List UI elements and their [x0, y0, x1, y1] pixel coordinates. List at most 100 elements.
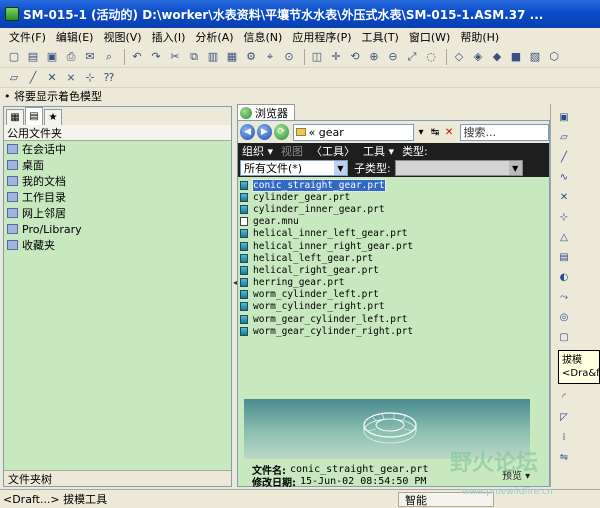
refresh-arrows-icon[interactable]: ↹ [429, 124, 442, 141]
tab-browser[interactable]: 浏览器 [237, 104, 295, 120]
menu-insert[interactable]: 插入(I) [147, 29, 191, 45]
preview-icon[interactable]: ⌕ [101, 49, 117, 65]
hidden-line-icon[interactable]: ◈ [470, 49, 486, 65]
hole-icon[interactable]: ◎ [557, 310, 571, 324]
extrude-icon[interactable]: ▤ [557, 250, 571, 264]
file-item[interactable]: worm_cylinder_left.prt [240, 289, 549, 301]
binoculars-icon[interactable]: ⊙ [281, 49, 297, 65]
back-icon[interactable]: ◀ [240, 124, 255, 140]
folder-tree-toggle[interactable]: 文件夹树 [4, 470, 231, 486]
menu-file[interactable]: 文件(F) [4, 29, 51, 45]
redo-icon[interactable]: ↷ [148, 49, 164, 65]
print-icon[interactable]: ⎙ [63, 49, 79, 65]
pattern-icon[interactable]: ⁞ [557, 430, 571, 444]
csys-icon[interactable]: ⊹ [557, 210, 571, 224]
email-icon[interactable]: ✉ [82, 49, 98, 65]
sketch-icon[interactable]: ∿ [557, 170, 571, 184]
refit-icon[interactable]: ⤢ [404, 49, 420, 65]
menu-tools[interactable]: 工具(T) [357, 29, 404, 45]
open-icon[interactable]: ▤ [25, 49, 41, 65]
no-hidden-icon[interactable]: ◆ [489, 49, 505, 65]
zoom-in-icon[interactable]: ⊕ [366, 49, 382, 65]
view-menu[interactable]: 视图 [281, 143, 303, 159]
menu-window[interactable]: 窗口(W) [404, 29, 455, 45]
folder-my-documents[interactable]: 我的文档 [4, 173, 231, 189]
datum-csys-icon[interactable]: ⨯ [63, 70, 79, 86]
file-item[interactable]: helical_inner_left_gear.prt [240, 228, 549, 240]
chevron-down-icon[interactable]: ▼ [508, 161, 522, 175]
datum-axis-icon[interactable]: ╱ [25, 70, 41, 86]
menu-help[interactable]: 帮助(H) [455, 29, 504, 45]
file-item[interactable]: herring_gear.prt [240, 277, 549, 289]
axis-line-icon[interactable]: ╱ [557, 150, 571, 164]
address-field[interactable]: « gear [292, 123, 414, 141]
file-item[interactable]: helical_right_gear.prt [240, 264, 549, 276]
menu-edit[interactable]: 编辑(E) [51, 29, 99, 45]
new-icon[interactable]: ▢ [6, 49, 22, 65]
sweep-icon[interactable]: ⤳ [557, 290, 571, 304]
refresh-icon[interactable]: ⟳ [273, 124, 289, 140]
revolve-icon[interactable]: ◐ [557, 270, 571, 284]
file-item[interactable]: worm_gear_cylinder_left.prt [240, 313, 549, 325]
folder-favorites[interactable]: 收藏夹 [4, 237, 231, 253]
regenerate-icon[interactable]: ⚙ [243, 49, 259, 65]
menu-applications[interactable]: 应用程序(P) [287, 29, 356, 45]
paste-icon[interactable]: ▥ [205, 49, 221, 65]
model-tree-tab-icon[interactable]: ▦ [6, 109, 24, 125]
datum-point-icon[interactable]: ✕ [44, 70, 60, 86]
select-box-icon[interactable]: ◫ [309, 49, 325, 65]
file-item[interactable]: worm_gear_cylinder_right.prt [240, 325, 549, 337]
zoom-out-icon[interactable]: ⊖ [385, 49, 401, 65]
folder-working-directory[interactable]: 工作目录 [4, 189, 231, 205]
mirror-icon[interactable]: ⇋ [557, 450, 571, 464]
datum-plane-icon[interactable]: ▱ [6, 70, 22, 86]
file-item[interactable]: cylinder_gear.prt [240, 191, 549, 203]
file-type-select[interactable]: 所有文件(*) ▼ [240, 160, 348, 176]
shell-icon[interactable]: ▢ [557, 330, 571, 344]
chamfer-icon[interactable]: ◸ [557, 410, 571, 424]
menu-info[interactable]: 信息(N) [239, 29, 288, 45]
menu-analysis[interactable]: 分析(A) [190, 29, 238, 45]
forward-icon[interactable]: ▶ [256, 124, 272, 140]
organize-menu[interactable]: 组织 ▾ [242, 143, 273, 159]
folder-browser-tab-icon[interactable]: ▤ [25, 107, 43, 125]
search-input[interactable]: 搜索... [459, 123, 550, 141]
folder-desktop[interactable]: 桌面 [4, 157, 231, 173]
folder-pro-library[interactable]: Pro/Library [4, 221, 231, 237]
tools-menu[interactable]: 工具 ▾ [363, 143, 394, 159]
analysis-icon[interactable]: △ [557, 230, 571, 244]
wireframe-icon[interactable]: ◇ [451, 49, 467, 65]
folder-network[interactable]: 网上邻居 [4, 205, 231, 221]
undo-icon[interactable]: ↶ [129, 49, 145, 65]
paste-special-icon[interactable]: ▦ [224, 49, 240, 65]
file-item[interactable]: gear.mnu [240, 216, 549, 228]
file-item[interactable]: cylinder_inner_gear.prt [240, 203, 549, 215]
favorites-tab-icon[interactable]: ★ [44, 109, 62, 125]
stop-icon[interactable]: ✕ [443, 124, 456, 141]
subtype-select[interactable]: ▼ [394, 160, 523, 176]
find-icon[interactable]: ⌖ [262, 49, 278, 65]
file-item[interactable]: helical_left_gear.prt [240, 252, 549, 264]
datum-display-icon[interactable]: ▣ [557, 110, 571, 124]
round-icon[interactable]: ◜ [557, 390, 571, 404]
context-help-icon[interactable]: ⁇ [101, 70, 117, 86]
shading-icon[interactable]: ■ [508, 49, 524, 65]
chevron-down-icon[interactable]: ▼ [334, 161, 347, 175]
file-item[interactable]: conic_straight_gear.prt [240, 178, 549, 192]
view-manager-icon[interactable]: ▧ [527, 49, 543, 65]
plane-icon[interactable]: ▱ [557, 130, 571, 144]
datum-cs-icon[interactable]: ⊹ [82, 70, 98, 86]
cut-icon[interactable]: ✂ [167, 49, 183, 65]
save-icon[interactable]: ▣ [44, 49, 60, 65]
folder-in-session[interactable]: 在会话中 [4, 141, 231, 157]
orient-icon[interactable]: ⬡ [546, 49, 562, 65]
repaint-icon[interactable]: ◌ [423, 49, 439, 65]
spin-icon[interactable]: ⟲ [347, 49, 363, 65]
copy-icon[interactable]: ⧉ [186, 49, 202, 65]
file-item[interactable]: helical_inner_right_gear.prt [240, 240, 549, 252]
menu-view[interactable]: 视图(V) [98, 29, 146, 45]
go-icon[interactable]: ▾ [415, 124, 428, 141]
axis-icon[interactable]: ✛ [328, 49, 344, 65]
point-icon[interactable]: ✕ [557, 190, 571, 204]
file-item[interactable]: worm_cylinder_right.prt [240, 301, 549, 313]
